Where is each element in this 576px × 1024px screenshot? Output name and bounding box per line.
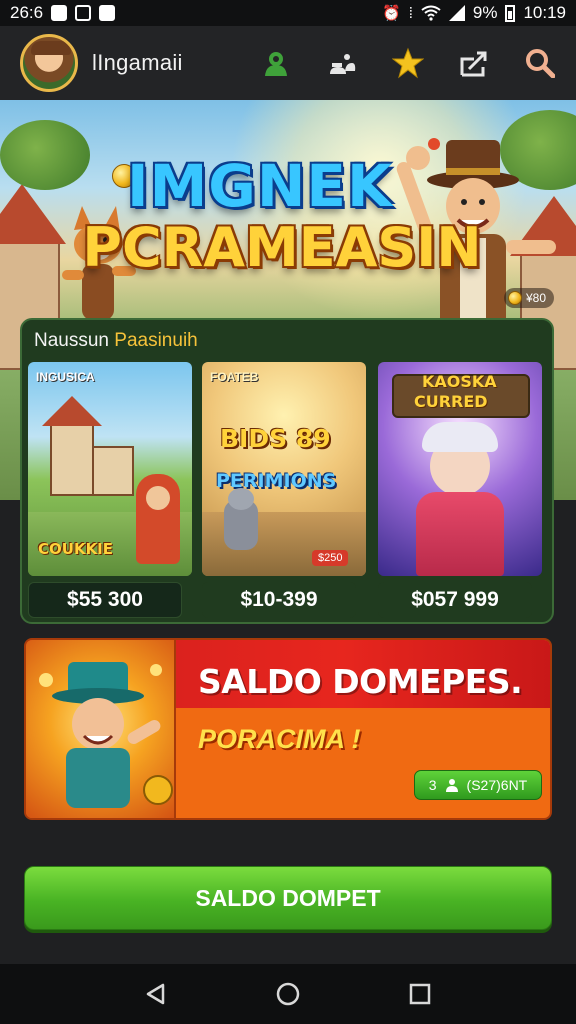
promo-subtitle: PORACIMA ! xyxy=(198,724,361,754)
status-time: 10:19 xyxy=(523,3,566,22)
game-price-3[interactable]: $057 999 xyxy=(378,582,532,618)
vibrate-icon: ⁞ xyxy=(408,4,413,22)
game-thumb-1[interactable]: INGUSICA COUKKIE xyxy=(28,362,192,576)
castle-tower xyxy=(50,422,94,496)
app-screen: 26:6 ⏰ ⁞ 9% 10:19 lIngamaii IMGNEK PCRAM… xyxy=(0,0,576,1024)
notification-icon xyxy=(51,5,68,21)
app-header: lIngamaii xyxy=(0,26,576,100)
app-name: lIngamaii xyxy=(92,50,183,75)
game-tag-2: FOATEB xyxy=(210,370,259,384)
hero-coin-value: ¥80 xyxy=(525,291,546,305)
status-bar-left: 26:6 xyxy=(10,3,116,23)
home-icon[interactable] xyxy=(268,974,308,1014)
alarm-icon: ⏰ xyxy=(382,5,401,22)
game-card-2[interactable]: FOATEB BIDS 89 PERIMIONS $250 $10-399 xyxy=(202,362,366,620)
star-icon[interactable] xyxy=(392,47,424,79)
games-section-title-a: Naussun xyxy=(34,330,115,351)
battery-icon xyxy=(505,4,516,22)
game-thumb-3[interactable]: KAOSKA CURRED xyxy=(378,362,542,576)
hero-title-line1: IMGNEK xyxy=(126,152,393,220)
game-card-1[interactable]: INGUSICA COUKKIE $55 300 xyxy=(28,362,192,620)
hero-title: IMGNEK PCRAMEASIN xyxy=(0,152,576,279)
coin-icon xyxy=(507,291,522,305)
creature-head xyxy=(228,488,254,510)
castle-roof xyxy=(42,396,102,426)
game-tag-1: INGUSICA xyxy=(36,370,95,384)
game-art-title-3b: CURRED xyxy=(414,392,488,411)
game-price-1[interactable]: $55 300 xyxy=(28,582,182,618)
profile-icon[interactable] xyxy=(260,47,292,79)
games-panel: Naussun Paasinuih INGUSICA COUKKIE $55 3… xyxy=(20,318,554,624)
users-icon[interactable] xyxy=(326,47,358,79)
game-art-title-3a: KAOSKA xyxy=(422,372,497,391)
game-card-3[interactable]: KAOSKA CURRED $057 999 xyxy=(378,362,542,620)
wifi-icon xyxy=(421,5,441,21)
promo-chip-text: (S27)6NT xyxy=(466,777,528,793)
heroine-hair xyxy=(422,422,498,452)
promo-chip-number: 3 xyxy=(428,777,437,793)
back-icon[interactable] xyxy=(136,974,176,1014)
hero-title-line2: PCRAMEASIN xyxy=(82,216,482,279)
status-bar: 26:6 ⏰ ⁞ 9% 10:19 xyxy=(0,0,576,26)
header-icons xyxy=(260,47,556,79)
share-icon[interactable] xyxy=(458,47,490,79)
games-section-title: Naussun Paasinuih xyxy=(34,330,198,352)
games-section-title-b: Paasinuih xyxy=(114,330,198,351)
recents-icon[interactable] xyxy=(400,974,440,1014)
person-icon xyxy=(445,779,458,792)
game-price-2[interactable]: $10-399 xyxy=(202,582,356,618)
search-icon[interactable] xyxy=(524,47,556,79)
game-art-title-2a: BIDS 89 xyxy=(220,424,331,453)
status-left-text: 26:6 xyxy=(10,3,44,22)
signal-icon xyxy=(448,5,465,21)
heroine-dress xyxy=(416,492,504,576)
game-thumb-2[interactable]: FOATEB BIDS 89 PERIMIONS $250 xyxy=(202,362,366,576)
game-art-title-1: COUKKIE xyxy=(38,540,114,558)
mail-notification-icon xyxy=(99,5,116,21)
battery-percent: 9% xyxy=(472,3,498,22)
promo-banner[interactable]: SALDO DOMEPES. PORACIMA ! 3 (S27)6NT xyxy=(24,638,552,820)
red-hood-face xyxy=(146,486,170,510)
system-nav-bar xyxy=(0,964,576,1024)
promo-character-art xyxy=(26,640,176,818)
castle-house xyxy=(92,446,134,496)
game-badge-2: $250 xyxy=(312,550,349,566)
saldo-dompet-button[interactable]: SALDO DOMPET xyxy=(24,866,552,930)
avatar[interactable] xyxy=(20,34,78,92)
promo-chip[interactable]: 3 (S27)6NT xyxy=(414,770,542,800)
hero-coin-chip: ¥80 xyxy=(503,288,554,308)
promo-title: SALDO DOMEPES. xyxy=(198,662,523,701)
image-notification-icon xyxy=(75,5,92,21)
status-bar-right: ⏰ ⁞ 9% 10:19 xyxy=(382,3,566,23)
